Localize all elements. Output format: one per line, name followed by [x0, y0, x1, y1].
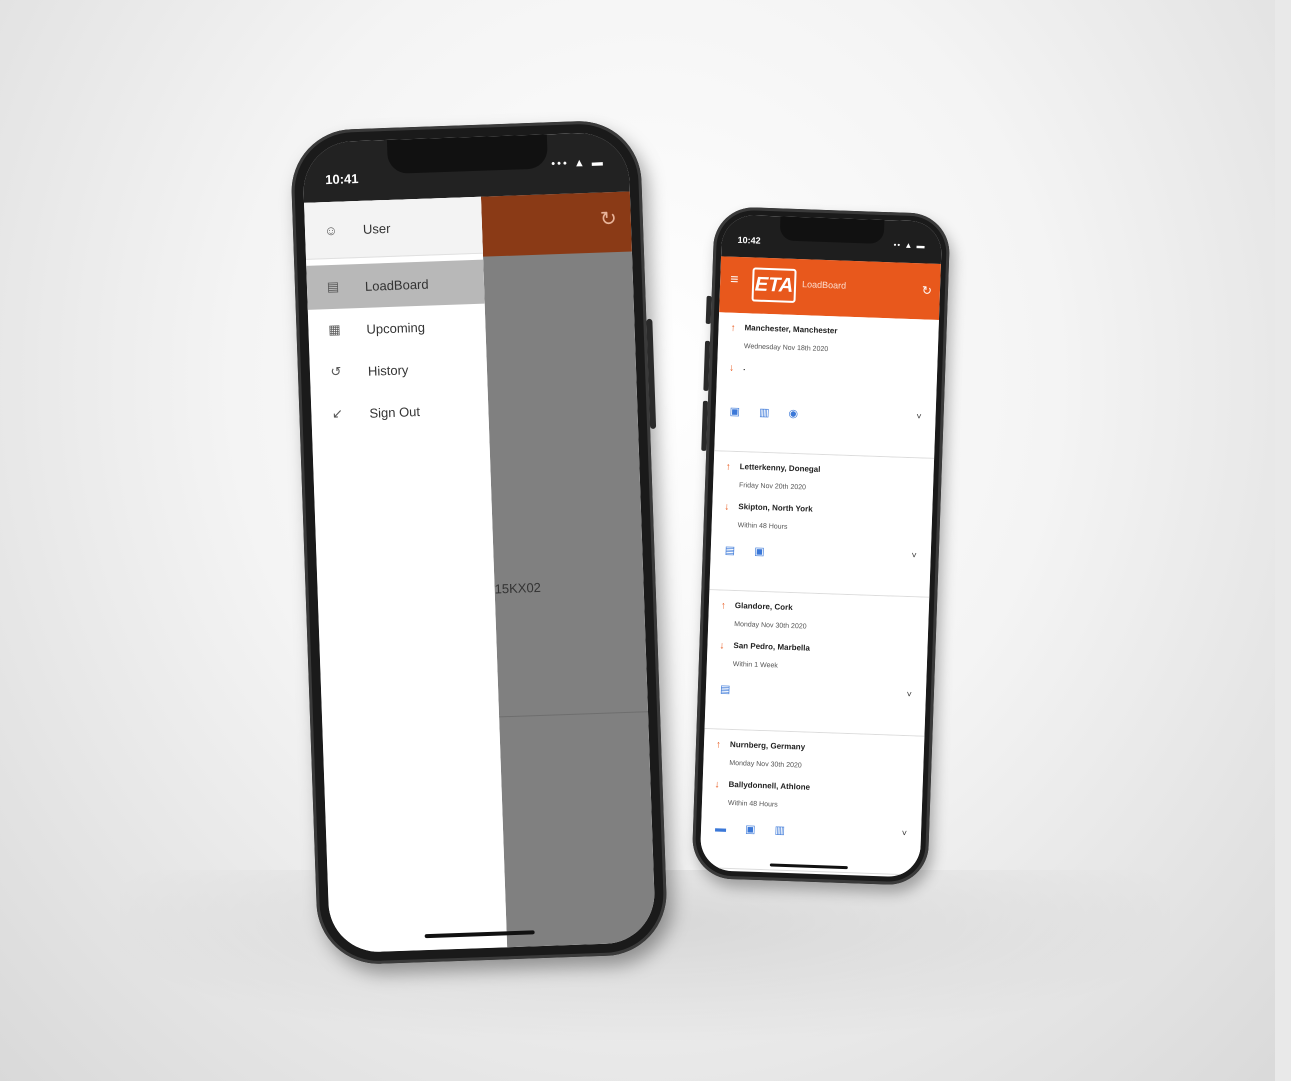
signal-wifi-battery-icon: •• ▲ ▬: [893, 240, 926, 251]
equipment-icons: ▤: [719, 683, 739, 697]
pickup-date: Friday Nov 20th 2020: [738, 482, 807, 492]
drawer-item-label: User: [362, 220, 391, 237]
drawer-item-history[interactable]: ↺ History: [309, 346, 487, 394]
drawer-item-upcoming[interactable]: ▦ Upcoming: [308, 304, 486, 352]
dimmed-header: ↻: [480, 191, 632, 257]
status-bar: 10:41 ••• ▲ ▬: [301, 131, 630, 203]
user-icon: ☺: [324, 222, 338, 238]
dropoff-location: Skipton, North York: [738, 502, 813, 514]
equipment-icons: ▤ ▣: [724, 544, 773, 559]
drawer-item-sign-out[interactable]: ↙ Sign Out: [311, 388, 489, 436]
clipboard-icon: ▦: [328, 321, 341, 338]
dropoff-arrow-icon: ↓: [728, 362, 735, 374]
chevron-down-icon[interactable]: ˅: [916, 411, 922, 421]
pickup-date: Monday Nov 30th 2020: [729, 759, 802, 770]
menu-icon[interactable]: ≡: [730, 271, 739, 287]
dimmed-text: 15KX02: [494, 579, 542, 597]
phone-left-screen: 10:41 ••• ▲ ▬ ↻ 15KX02 ☺ User ▤ LoadBoar…: [301, 131, 657, 954]
chevron-down-icon[interactable]: ˅: [902, 828, 908, 838]
drawer-item-label: LoadBoard: [364, 276, 429, 294]
list-icon: ▤: [326, 278, 340, 295]
drawer-item-label: History: [367, 361, 409, 379]
dropoff-arrow-icon: ↓: [719, 640, 725, 652]
dropoff-arrow-icon: ↓: [724, 501, 730, 513]
pickup-arrow-icon: ↑: [725, 461, 731, 473]
status-time: 10:41: [324, 170, 359, 188]
signal-wifi-battery-icon: ••• ▲ ▬: [551, 156, 606, 171]
chevron-down-icon[interactable]: ˅: [906, 689, 912, 699]
volume-down-button: [701, 400, 708, 451]
phone-left: 10:41 ••• ▲ ▬ ↻ 15KX02 ☺ User ▤ LoadBoar…: [289, 119, 669, 966]
dropoff-location: .: [743, 363, 746, 373]
drawer-item-loadboard[interactable]: ▤ LoadBoard: [306, 259, 485, 310]
sign-out-icon: ↙: [331, 405, 344, 422]
equipment-icons: ▬ ▣ ▥: [714, 822, 794, 838]
silent-switch: [705, 295, 712, 325]
dropoff-window: Within 48 Hours: [727, 799, 778, 809]
equipment-icons: ▣ ▥ ◉: [729, 405, 807, 421]
drawer-item-user[interactable]: ☺ User: [304, 196, 483, 260]
dropoff-location: San Pedro, Marbella: [733, 641, 811, 653]
pickup-arrow-icon: ↑: [715, 739, 722, 751]
drawer-item-label: Upcoming: [366, 319, 426, 337]
refresh-icon[interactable]: ↻: [922, 283, 933, 297]
pickup-arrow-icon: ↑: [720, 600, 727, 612]
page-title: LoadBoard: [801, 279, 847, 291]
load-card[interactable]: ↑ Glandore, Cork Monday Nov 30th 2020 ↓ …: [704, 590, 930, 737]
pickup-arrow-icon: ↑: [730, 322, 736, 334]
divider: [499, 711, 649, 718]
side-button: [646, 318, 657, 429]
load-card[interactable]: ↑ Nurnberg, Germany Monday Nov 30th 2020…: [699, 729, 925, 876]
pickup-date: Monday Nov 30th 2020: [734, 621, 807, 631]
status-time: 10:42: [737, 234, 761, 246]
notch: [386, 134, 548, 174]
load-card[interactable]: ↑ Letterkenny, Donegal Friday Nov 20th 2…: [709, 451, 935, 598]
drawer-item-label: Sign Out: [369, 403, 421, 421]
dropoff-window: Within 1 Week: [732, 660, 778, 670]
app-header: ≡ ETA LoadBoard ↻: [719, 256, 941, 320]
pickup-date: Wednesday Nov 18th 2020: [743, 343, 829, 354]
pickup-location: Nurnberg, Germany: [729, 739, 806, 752]
phone-right-screen: 10:42 •• ▲ ▬ ≡ ETA LoadBoard ↻ ↑ Manches…: [699, 214, 943, 878]
load-list: ↑ Manchester, Manchester Wednesday Nov 1…: [699, 312, 939, 876]
dimmed-content[interactable]: ↻ 15KX02: [480, 191, 657, 948]
volume-up-button: [703, 340, 711, 391]
pickup-location: Letterkenny, Donegal: [739, 462, 821, 474]
phone-right: 10:42 •• ▲ ▬ ≡ ETA LoadBoard ↻ ↑ Manches…: [691, 206, 951, 886]
pickup-location: Glandore, Cork: [734, 601, 793, 613]
chevron-down-icon[interactable]: ˅: [911, 550, 917, 560]
edge-strip: [1275, 0, 1291, 1081]
pickup-location: Manchester, Manchester: [744, 323, 838, 336]
notch: [779, 216, 885, 244]
dropoff-arrow-icon: ↓: [714, 779, 720, 791]
refresh-icon[interactable]: ↻: [600, 206, 618, 232]
eta-logo: ETA: [751, 267, 797, 303]
navigation-drawer: ☺ User ▤ LoadBoard ▦ Upcoming ↺ History …: [304, 196, 508, 954]
dropoff-window: Within 48 Hours: [737, 522, 788, 531]
history-icon: ↺: [330, 363, 342, 380]
dropoff-location: Ballydonnell, Athlone: [728, 779, 811, 792]
load-card[interactable]: ↑ Manchester, Manchester Wednesday Nov 1…: [714, 312, 939, 459]
